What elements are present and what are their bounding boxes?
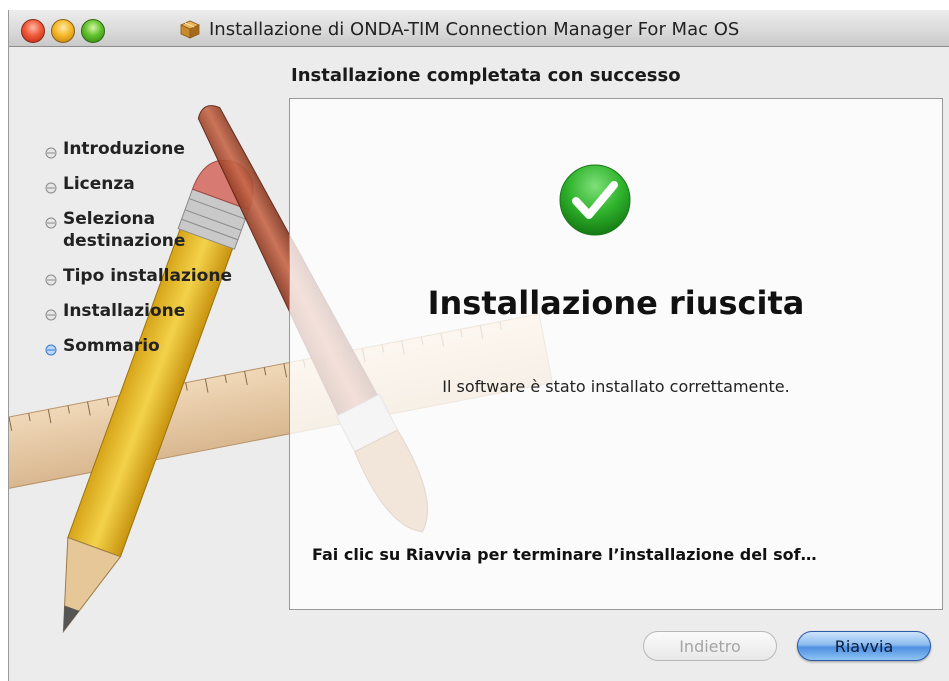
result-message: Il software è stato installato correttam… [442, 377, 790, 396]
step-bullet-active-icon [45, 340, 57, 356]
step-label: Introduzione [63, 139, 185, 159]
step-installation: Installazione [45, 300, 275, 322]
step-label: Licenza [63, 174, 135, 194]
zoom-window-button[interactable] [81, 19, 105, 43]
step-destination: Seleziona destinazione [45, 208, 275, 252]
step-license: Licenza [45, 173, 275, 195]
window-title-group: Installazione di ONDA-TIM Connection Man… [179, 18, 739, 40]
step-label: Installazione [63, 301, 186, 321]
back-button[interactable]: Indietro [643, 631, 777, 661]
minimize-window-button[interactable] [51, 19, 75, 43]
window-title: Installazione di ONDA-TIM Connection Man… [209, 18, 740, 40]
result-title: Installazione riuscita [427, 284, 805, 322]
success-check-icon [558, 163, 632, 237]
step-bullet-icon [45, 270, 57, 286]
step-bullet-icon [45, 213, 57, 229]
step-label: Seleziona destinazione [63, 209, 186, 251]
step-label: Tipo installazione [63, 266, 232, 286]
step-introduction: Introduzione [45, 138, 275, 160]
step-bullet-icon [45, 143, 57, 159]
content-panel: Installazione riuscita Il software è sta… [289, 98, 943, 610]
title-bar[interactable]: Installazione di ONDA-TIM Connection Man… [9, 10, 949, 47]
step-install-type: Tipo installazione [45, 265, 275, 287]
page-heading: Installazione completata con successo [291, 65, 681, 86]
step-label: Sommario [63, 336, 160, 356]
step-bullet-icon [45, 305, 57, 321]
restart-button[interactable]: Riavvia [797, 631, 931, 661]
installer-steps: Introduzione Licenza Seleziona destinazi… [45, 138, 275, 370]
restart-hint: Fai clic su Riavvia per terminare l’inst… [312, 545, 817, 564]
close-window-button[interactable] [21, 19, 45, 43]
package-icon [179, 18, 201, 40]
installer-window: Installazione di ONDA-TIM Connection Man… [8, 10, 949, 681]
step-bullet-icon [45, 178, 57, 194]
step-summary: Sommario [45, 335, 275, 357]
